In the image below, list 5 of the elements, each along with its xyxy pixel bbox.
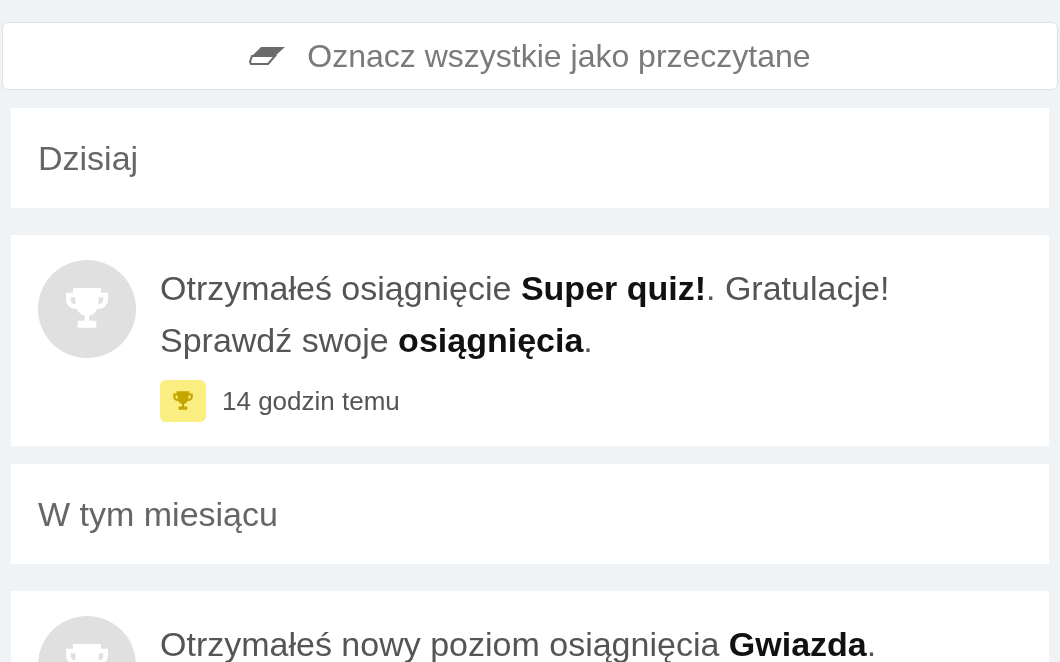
notification-text: Otrzymałeś osiągnięcie Super quiz!. Gratulacje! Sprawdź swoje osiągnięcia. (160, 268, 891, 361)
section-title: W tym miesiącu (38, 494, 278, 534)
section-title: Dzisiaj (38, 138, 139, 178)
notification-time: 14 godzin temu (222, 385, 400, 417)
mark-all-read-button[interactable]: Oznacz wszystkie jako przeczytane (2, 22, 1058, 90)
